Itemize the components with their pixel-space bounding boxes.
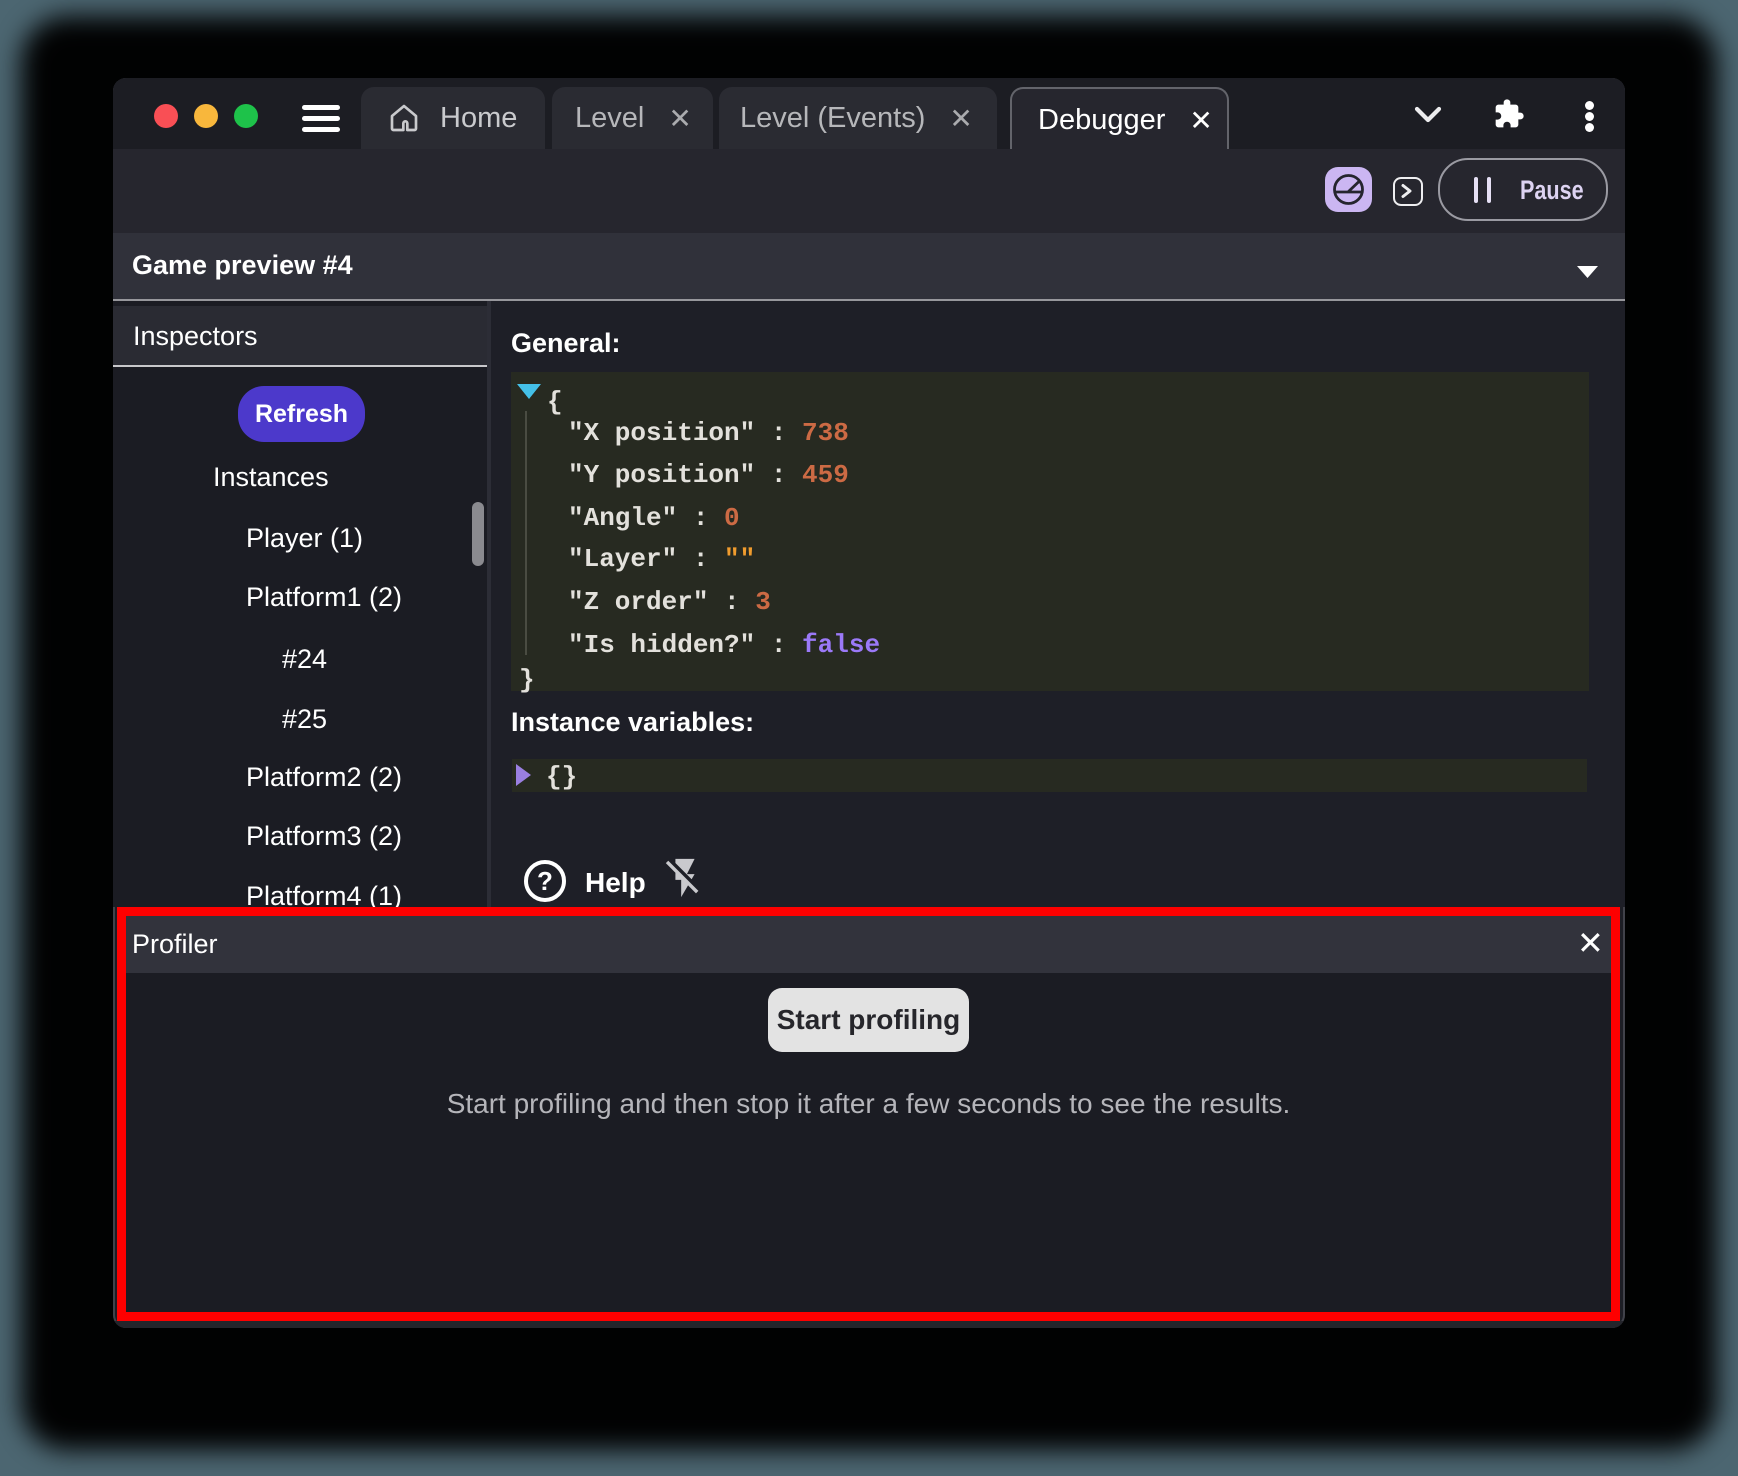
svg-text:?: ? [537, 866, 553, 896]
